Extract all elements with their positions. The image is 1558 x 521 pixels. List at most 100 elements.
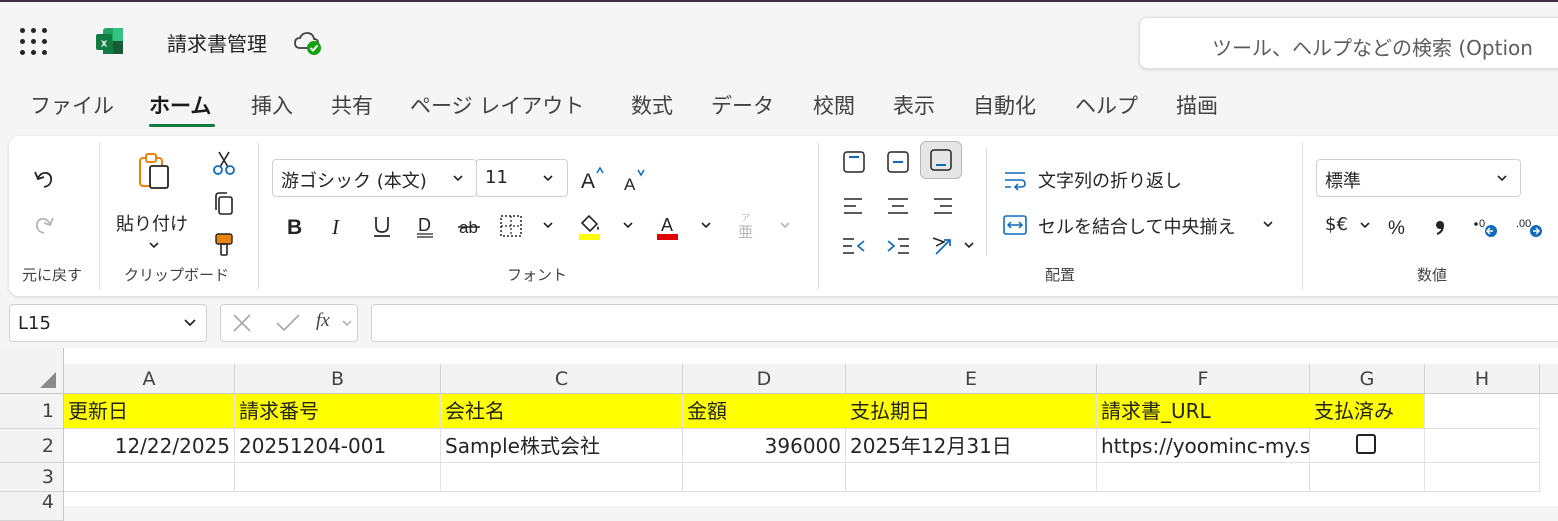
select-all-corner[interactable] [0, 348, 64, 394]
align-center-icon[interactable] [884, 192, 912, 220]
number-format-dropdown[interactable]: 標準 [1316, 159, 1521, 197]
comma-style-icon[interactable] [1427, 213, 1453, 239]
cancel-icon[interactable] [231, 312, 253, 334]
chevron-down-icon[interactable] [341, 318, 353, 328]
cell-e1[interactable]: 支払期日 [846, 394, 1097, 429]
insert-function-button[interactable]: fx [316, 310, 330, 332]
cell-f3[interactable] [1097, 463, 1310, 492]
column-header-h[interactable]: H [1425, 364, 1540, 394]
decrease-indent-icon[interactable] [840, 232, 868, 260]
align-middle-icon[interactable] [884, 148, 912, 176]
tab-view[interactable]: 表示 [893, 90, 935, 120]
column-header-c[interactable]: C [441, 364, 683, 394]
row-header-2[interactable]: 2 [0, 429, 64, 463]
cell-f1[interactable]: 請求書_URL [1097, 394, 1310, 429]
tab-insert[interactable]: 挿入 [251, 90, 293, 120]
percent-icon[interactable]: % [1385, 213, 1411, 239]
merge-center-label[interactable]: セルを結合して中央揃え [1038, 213, 1235, 239]
cut-icon[interactable] [212, 150, 236, 176]
paste-label[interactable]: 貼り付け [116, 210, 188, 236]
cell-e3[interactable] [846, 463, 1097, 492]
format-painter-icon[interactable] [212, 232, 236, 258]
cell-g2[interactable] [1310, 429, 1425, 463]
column-header-f[interactable]: F [1097, 364, 1310, 394]
row-header-4[interactable]: 4 [0, 492, 64, 521]
cell-g3[interactable] [1310, 463, 1425, 492]
column-header-d[interactable]: D [683, 364, 846, 394]
tab-data[interactable]: データ [711, 90, 774, 120]
tab-formulas[interactable]: 数式 [631, 90, 673, 120]
tab-help[interactable]: ヘルプ [1075, 90, 1138, 120]
font-name-dropdown[interactable]: 游ゴシック (本文) [272, 159, 477, 197]
fill-color-icon[interactable] [576, 211, 604, 241]
cell-b1[interactable]: 請求番号 [235, 394, 441, 429]
tab-review[interactable]: 校閲 [813, 90, 855, 120]
column-header-e[interactable]: E [846, 364, 1097, 394]
tab-automate[interactable]: 自動化 [973, 90, 1036, 120]
formula-input[interactable] [371, 304, 1558, 342]
cell-e2[interactable]: 2025年12月31日 [846, 429, 1097, 463]
column-header-a[interactable]: A [64, 364, 235, 394]
align-right-icon[interactable] [928, 192, 956, 220]
tab-page-layout[interactable]: ページ レイアウト [410, 90, 584, 120]
cell-h3[interactable] [1425, 463, 1540, 492]
increase-decimal-icon[interactable]: 0 [1471, 213, 1499, 239]
wrap-text-icon[interactable] [1001, 166, 1029, 194]
borders-icon[interactable] [498, 213, 524, 239]
column-header-b[interactable]: B [235, 364, 441, 394]
tab-draw[interactable]: 描画 [1176, 90, 1218, 120]
paid-checkbox[interactable] [1356, 434, 1376, 454]
cell-c3[interactable] [441, 463, 683, 492]
merge-chevron-icon[interactable] [1261, 219, 1275, 229]
copy-icon[interactable] [212, 191, 236, 217]
currency-chevron-icon[interactable] [1358, 220, 1372, 230]
wrap-text-label[interactable]: 文字列の折り返し [1038, 167, 1182, 193]
cell-f2[interactable]: https://yoominc-my.sharepoint.com [1097, 429, 1310, 463]
italic-icon[interactable]: I [325, 213, 351, 239]
column-header-i[interactable] [1540, 364, 1558, 394]
cell-c1[interactable]: 会社名 [441, 394, 683, 429]
cell-c2[interactable]: Sample株式会社 [441, 429, 683, 463]
orientation-chevron-icon[interactable] [962, 240, 976, 250]
decrease-font-size-icon[interactable]: A [622, 166, 650, 194]
align-left-icon[interactable] [840, 192, 868, 220]
paste-icon[interactable] [136, 152, 172, 190]
double-underline-icon[interactable]: D [413, 213, 439, 239]
cell-g1[interactable]: 支払済み [1310, 394, 1425, 429]
currency-format-button[interactable]: $€ [1325, 214, 1348, 235]
cell-a3[interactable] [64, 463, 235, 492]
app-launcher-icon[interactable] [20, 28, 48, 56]
tab-home[interactable]: ホーム [149, 90, 211, 120]
increase-indent-icon[interactable] [884, 232, 912, 260]
row-header-1[interactable]: 1 [0, 394, 64, 429]
document-title[interactable]: 請求書管理 [167, 28, 267, 57]
align-bottom-button[interactable] [920, 141, 962, 179]
cell-b2[interactable]: 20251204-001 [235, 429, 441, 463]
merge-center-icon[interactable] [1001, 211, 1029, 239]
cell-d3[interactable] [683, 463, 846, 492]
enter-check-icon[interactable] [275, 312, 301, 334]
underline-icon[interactable] [369, 213, 395, 239]
search-box[interactable]: ツール、ヘルプなどの検索 (Option [1139, 17, 1558, 69]
align-top-icon[interactable] [840, 148, 868, 176]
strikethrough-icon[interactable]: ab [456, 213, 482, 239]
tab-share[interactable]: 共有 [331, 90, 373, 120]
font-size-dropdown[interactable]: 11 [476, 159, 568, 197]
decrease-decimal-icon[interactable]: .00 [1514, 213, 1544, 239]
cell-d1[interactable]: 金額 [683, 394, 846, 429]
font-color-icon[interactable]: A [654, 211, 682, 241]
tab-file[interactable]: ファイル [30, 90, 114, 120]
increase-font-size-icon[interactable]: A [579, 164, 607, 192]
name-box[interactable]: L15 [9, 304, 207, 342]
bold-icon[interactable]: B [281, 213, 307, 239]
fill-color-chevron-icon[interactable] [621, 220, 635, 230]
borders-chevron-icon[interactable] [541, 220, 555, 230]
paste-dropdown-chevron-icon[interactable] [147, 240, 161, 250]
cell-a1[interactable]: 更新日 [64, 394, 235, 429]
cell-a2[interactable]: 12/22/2025 [64, 429, 235, 463]
cell-d2[interactable]: 396000 [683, 429, 846, 463]
font-color-chevron-icon[interactable] [699, 220, 713, 230]
undo-icon[interactable] [31, 166, 57, 192]
cloud-saved-icon[interactable] [293, 30, 323, 56]
column-header-g[interactable]: G [1310, 364, 1425, 394]
